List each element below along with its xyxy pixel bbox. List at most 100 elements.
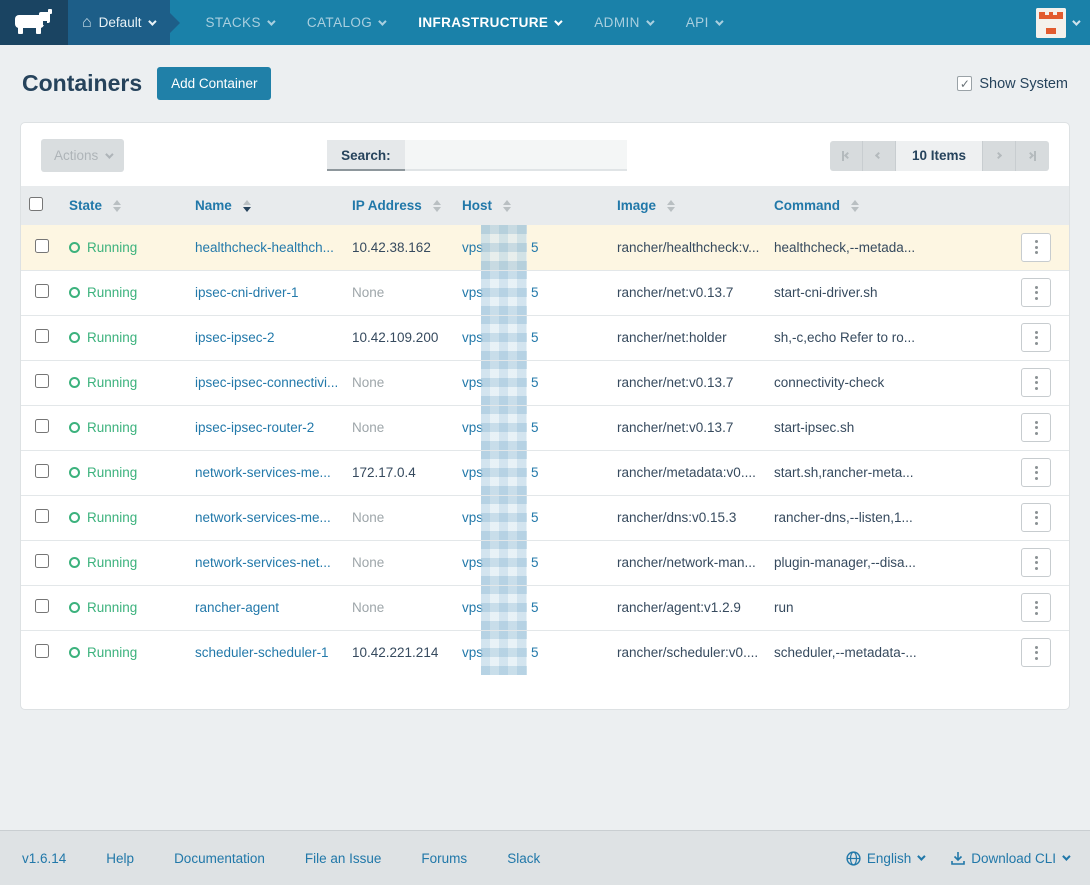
column-header-image[interactable]: Image	[609, 186, 766, 225]
footer-link-forums[interactable]: Forums	[421, 851, 467, 866]
host-suffix: 5	[531, 600, 539, 615]
language-selector[interactable]: English	[846, 851, 923, 866]
column-header-host[interactable]: Host	[454, 186, 609, 225]
row-actions-kebab-button[interactable]	[1021, 323, 1051, 352]
download-cli-button[interactable]: Download CLI	[951, 851, 1068, 866]
chevron-down-icon	[149, 17, 157, 25]
host-link[interactable]: vps	[462, 240, 483, 255]
row-actions-kebab-button[interactable]	[1021, 458, 1051, 487]
state-badge: Running	[69, 375, 179, 390]
host-link[interactable]: vps	[462, 600, 483, 615]
host-link[interactable]: vps	[462, 555, 483, 570]
row-checkbox[interactable]	[35, 329, 49, 343]
row-checkbox[interactable]	[35, 644, 49, 658]
container-name-link[interactable]: ipsec-ipsec-router-2	[195, 420, 314, 435]
container-name-link[interactable]: ipsec-cni-driver-1	[195, 285, 299, 300]
row-checkbox[interactable]	[35, 239, 49, 253]
row-checkbox[interactable]	[35, 554, 49, 568]
column-header-name[interactable]: Name	[187, 186, 344, 225]
nav-item-catalog[interactable]: CATALOG	[290, 0, 401, 45]
environment-selector[interactable]: ⌂ Default	[68, 0, 170, 45]
container-name-link[interactable]: rancher-agent	[195, 600, 279, 615]
row-actions-kebab-button[interactable]	[1021, 233, 1051, 262]
row-checkbox[interactable]	[35, 284, 49, 298]
footer-link-help[interactable]: Help	[106, 851, 134, 866]
container-command: sh,-c,echo Refer to ro...	[766, 315, 1013, 360]
sort-icon	[503, 200, 511, 212]
ip-address: None	[344, 495, 454, 540]
ip-address: 10.42.38.162	[344, 225, 454, 270]
host-link[interactable]: vps	[462, 510, 483, 525]
container-name-link[interactable]: network-services-net...	[195, 555, 331, 570]
nav-item-infrastructure[interactable]: INFRASTRUCTURE	[401, 0, 577, 45]
table-toolbar: Actions Search: 10 Items	[21, 139, 1069, 186]
container-name-link[interactable]: healthcheck-healthch...	[195, 240, 334, 255]
host-link[interactable]: vps	[462, 375, 483, 390]
next-page-button[interactable]	[983, 141, 1016, 171]
host-suffix: 5	[531, 420, 539, 435]
show-system-label: Show System	[979, 76, 1068, 92]
rancher-logo[interactable]	[0, 0, 68, 45]
user-menu[interactable]	[1036, 0, 1090, 45]
footer-link-documentation[interactable]: Documentation	[174, 851, 265, 866]
state-label: Running	[87, 375, 137, 390]
last-page-button[interactable]	[1016, 141, 1049, 171]
row-actions-kebab-button[interactable]	[1021, 278, 1051, 307]
host-link[interactable]: vps	[462, 285, 483, 300]
table-row: Running network-services-me... None vps5…	[21, 495, 1069, 540]
state-label: Running	[87, 240, 137, 255]
footer-link-slack[interactable]: Slack	[507, 851, 540, 866]
footer-link-file-an-issue[interactable]: File an Issue	[305, 851, 382, 866]
nav-item-stacks[interactable]: STACKS	[188, 0, 289, 45]
row-actions-kebab-button[interactable]	[1021, 413, 1051, 442]
column-header-ip-address[interactable]: IP Address	[344, 186, 454, 225]
redacted-hostname	[481, 496, 527, 540]
previous-page-button[interactable]	[863, 141, 896, 171]
nav-item-api[interactable]: API	[669, 0, 738, 45]
running-state-icon	[69, 422, 80, 433]
container-image: rancher/scheduler:v0....	[609, 630, 766, 675]
host-link[interactable]: vps	[462, 465, 483, 480]
show-system-checkbox[interactable]: ✓	[957, 76, 972, 91]
container-name-link[interactable]: ipsec-ipsec-connectivi...	[195, 375, 338, 390]
container-name-link[interactable]: scheduler-scheduler-1	[195, 645, 329, 660]
row-actions-kebab-button[interactable]	[1021, 503, 1051, 532]
container-name-link[interactable]: ipsec-ipsec-2	[195, 330, 275, 345]
actions-button[interactable]: Actions	[41, 139, 124, 172]
first-page-button[interactable]	[830, 141, 863, 171]
container-name-link[interactable]: network-services-me...	[195, 465, 331, 480]
host-link[interactable]: vps	[462, 645, 483, 660]
add-container-button[interactable]: Add Container	[157, 67, 271, 100]
host-suffix: 5	[531, 465, 539, 480]
column-header-command[interactable]: Command	[766, 186, 1013, 225]
container-image: rancher/net:holder	[609, 315, 766, 360]
table-row: Running ipsec-ipsec-2 10.42.109.200 vps5…	[21, 315, 1069, 360]
row-actions-kebab-button[interactable]	[1021, 593, 1051, 622]
globe-icon	[846, 851, 861, 866]
state-label: Running	[87, 465, 137, 480]
search-input[interactable]	[405, 140, 627, 171]
running-state-icon	[69, 512, 80, 523]
container-command: start-cni-driver.sh	[766, 270, 1013, 315]
row-checkbox[interactable]	[35, 464, 49, 478]
row-checkbox[interactable]	[35, 419, 49, 433]
host-link[interactable]: vps	[462, 330, 483, 345]
select-all-checkbox[interactable]	[29, 197, 43, 211]
container-image: rancher/metadata:v0....	[609, 450, 766, 495]
environment-name: Default	[99, 15, 142, 30]
row-checkbox[interactable]	[35, 374, 49, 388]
row-actions-kebab-button[interactable]	[1021, 368, 1051, 397]
container-name-link[interactable]: network-services-me...	[195, 510, 331, 525]
host-link[interactable]: vps	[462, 420, 483, 435]
nav-item-admin[interactable]: ADMIN	[577, 0, 669, 45]
state-label: Running	[87, 645, 137, 660]
chevron-down-icon	[378, 17, 386, 25]
container-image: rancher/network-man...	[609, 540, 766, 585]
row-checkbox[interactable]	[35, 599, 49, 613]
row-actions-kebab-button[interactable]	[1021, 638, 1051, 667]
column-header-state[interactable]: State	[61, 186, 187, 225]
row-checkbox[interactable]	[35, 509, 49, 523]
chevron-down-icon	[1062, 852, 1070, 860]
row-actions-kebab-button[interactable]	[1021, 548, 1051, 577]
redacted-hostname	[481, 451, 527, 495]
